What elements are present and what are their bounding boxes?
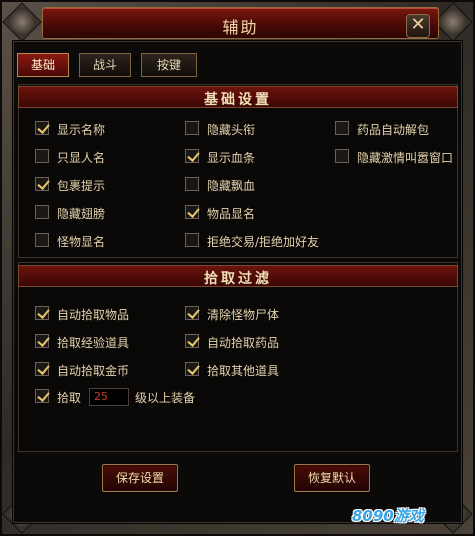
corner-ornament-top-right [433,2,473,42]
window-title: 辅助 [222,18,259,37]
pickup-level-input[interactable]: 25 [89,388,129,406]
basic-setting-checkbox[interactable] [335,149,349,163]
corner-ornament-top-left [2,2,42,42]
basic-setting-checkbox[interactable] [185,177,199,191]
basic-setting-checkbox[interactable] [335,121,349,135]
pickup-level-checkbox[interactable] [35,389,49,403]
basic-setting-label: 拒绝交易/拒绝加好友 [207,235,320,249]
pickup-filter-checkbox[interactable] [185,334,199,348]
basic-setting-label: 只显人名 [57,151,106,165]
tab-keys[interactable]: 按键 [141,53,197,77]
basic-setting-option[interactable]: 显示名称 [35,120,165,138]
pickup-filter-option[interactable]: 拾取经验道具 [35,333,165,351]
pickup-level-prefix: 拾取 [57,391,82,405]
tab-combat[interactable]: 战斗 [79,53,131,77]
basic-setting-label: 隐藏飘血 [207,179,256,193]
pickup-filter-option[interactable]: 自动拾取物品 [35,305,165,323]
title-bar[interactable]: 辅助 ✕ [42,7,439,39]
basic-setting-option[interactable]: 显示血条 [185,148,315,166]
basic-setting-option[interactable]: 拒绝交易/拒绝加好友 [185,232,345,250]
close-icon: ✕ [410,14,426,35]
pickup-filter-checkbox[interactable] [185,362,199,376]
site-logo: 8090游戏 [352,507,424,525]
basic-setting-label: 隐藏翅膀 [57,207,106,221]
basic-setting-checkbox[interactable] [35,205,49,219]
basic-setting-label: 物品显名 [207,207,256,221]
basic-setting-label: 隐藏激情叫嚣窗口 [357,151,454,165]
basic-setting-label: 显示血条 [207,151,256,165]
basic-setting-checkbox[interactable] [35,121,49,135]
basic-setting-checkbox[interactable] [35,149,49,163]
basic-settings-title: 基础设置 [204,92,272,108]
pickup-filter-header: 拾取过滤 [18,265,458,287]
pickup-filter-label: 清除怪物尸体 [207,308,280,322]
basic-setting-option[interactable]: 药品自动解包 [335,120,455,138]
pickup-filter-checkbox[interactable] [185,306,199,320]
basic-setting-option[interactable]: 隐藏激情叫嚣窗口 [335,148,460,166]
pickup-filter-option[interactable]: 自动拾取药品 [185,333,315,351]
pickup-filter-checkbox[interactable] [35,306,49,320]
restore-defaults-button[interactable]: 恢复默认 [294,464,370,492]
pickup-filter-title: 拾取过滤 [204,271,272,287]
pickup-filter-option[interactable]: 拾取其他道具 [185,361,315,379]
basic-setting-label: 包裹提示 [57,179,106,193]
basic-setting-option[interactable]: 怪物显名 [35,232,165,250]
pickup-filter-checkbox[interactable] [35,334,49,348]
basic-setting-option[interactable]: 隐藏翅膀 [35,204,165,222]
basic-setting-option[interactable]: 物品显名 [185,204,315,222]
basic-setting-checkbox[interactable] [35,233,49,247]
pickup-filter-option[interactable]: 清除怪物尸体 [185,305,315,323]
pickup-filter-label: 自动拾取金币 [57,364,130,378]
basic-settings-header: 基础设置 [18,86,458,108]
pickup-filter-checkbox[interactable] [35,362,49,376]
pickup-filter-option[interactable]: 自动拾取金币 [35,361,165,379]
basic-setting-checkbox[interactable] [35,177,49,191]
pickup-filter-label: 拾取经验道具 [57,336,130,350]
pickup-level-suffix: 级以上装备 [135,391,196,405]
close-button[interactable]: ✕ [406,14,430,38]
basic-setting-option[interactable]: 只显人名 [35,148,165,166]
basic-setting-label: 隐藏头衔 [207,123,256,137]
basic-setting-option[interactable]: 隐藏飘血 [185,176,315,194]
tab-basic[interactable]: 基础 [17,53,69,77]
basic-setting-label: 显示名称 [57,123,106,137]
pickup-filter-label: 拾取其他道具 [207,364,280,378]
save-settings-button[interactable]: 保存设置 [102,464,178,492]
basic-setting-checkbox[interactable] [185,121,199,135]
basic-setting-checkbox[interactable] [185,149,199,163]
basic-setting-checkbox[interactable] [185,233,199,247]
basic-setting-checkbox[interactable] [185,205,199,219]
pickup-filter-panel [18,262,458,452]
basic-setting-option[interactable]: 包裹提示 [35,176,165,194]
basic-setting-label: 药品自动解包 [357,123,430,137]
pickup-filter-label: 自动拾取物品 [57,308,130,322]
pickup-filter-label: 自动拾取药品 [207,336,280,350]
basic-setting-option[interactable]: 隐藏头衔 [185,120,315,138]
basic-setting-label: 怪物显名 [57,235,106,249]
